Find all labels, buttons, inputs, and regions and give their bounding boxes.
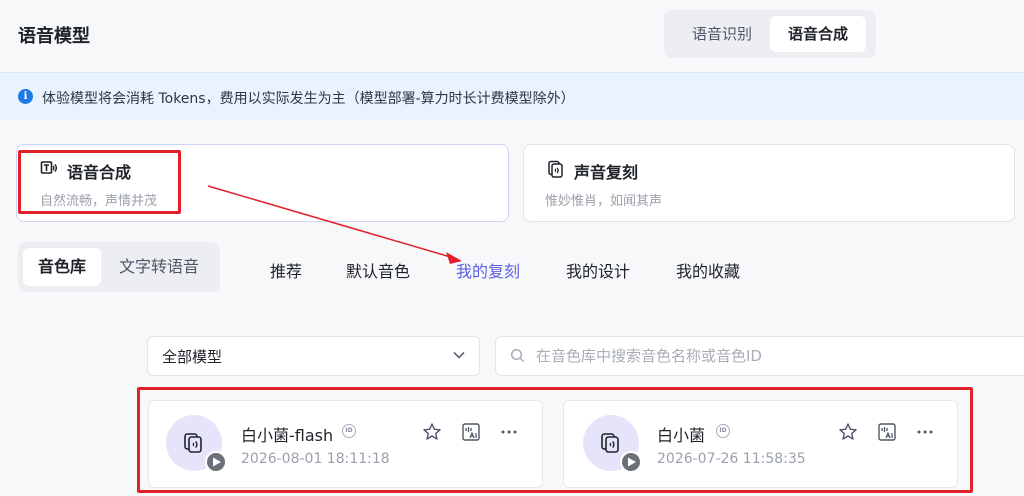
- category-tab-my-designs[interactable]: 我的设计: [566, 258, 630, 282]
- tab-speech-recognition[interactable]: 语音识别: [676, 16, 768, 52]
- category-tab-default-voices[interactable]: 默认音色: [346, 258, 410, 282]
- voice-clone-icon: [548, 160, 563, 178]
- model-select-value: 全部模型: [162, 348, 223, 366]
- tab-text-to-speech[interactable]: 文字转语音: [104, 248, 214, 286]
- category-tab-my-clones[interactable]: 我的复刻: [456, 258, 520, 282]
- page-title: 语音模型: [18, 26, 90, 47]
- info-icon: i: [18, 89, 33, 104]
- mode-title-voice-clone: 声音复刻: [574, 163, 639, 182]
- category-tab-my-favorites[interactable]: 我的收藏: [676, 258, 740, 282]
- chevron-down-icon: [453, 351, 465, 359]
- mode-subtitle-voice-clone: 惟妙惟肖，如闻其声: [545, 194, 663, 209]
- search-icon: [510, 348, 525, 363]
- category-tab-recommended[interactable]: 推荐: [270, 258, 302, 282]
- annotation-box-tts: [18, 150, 181, 214]
- mode-card-voice-clone[interactable]: [523, 144, 1015, 222]
- tab-speech-synthesis[interactable]: 语音合成: [770, 16, 866, 52]
- tab-voice-library[interactable]: 音色库: [23, 248, 101, 286]
- annotation-arrow: [207, 185, 462, 264]
- notice-text: 体验模型将会消耗 Tokens，费用以实际发生为主（模型部署-算力时长计费模型除…: [42, 91, 575, 107]
- annotation-box-voices: [137, 387, 973, 493]
- search-input[interactable]: [536, 345, 1016, 367]
